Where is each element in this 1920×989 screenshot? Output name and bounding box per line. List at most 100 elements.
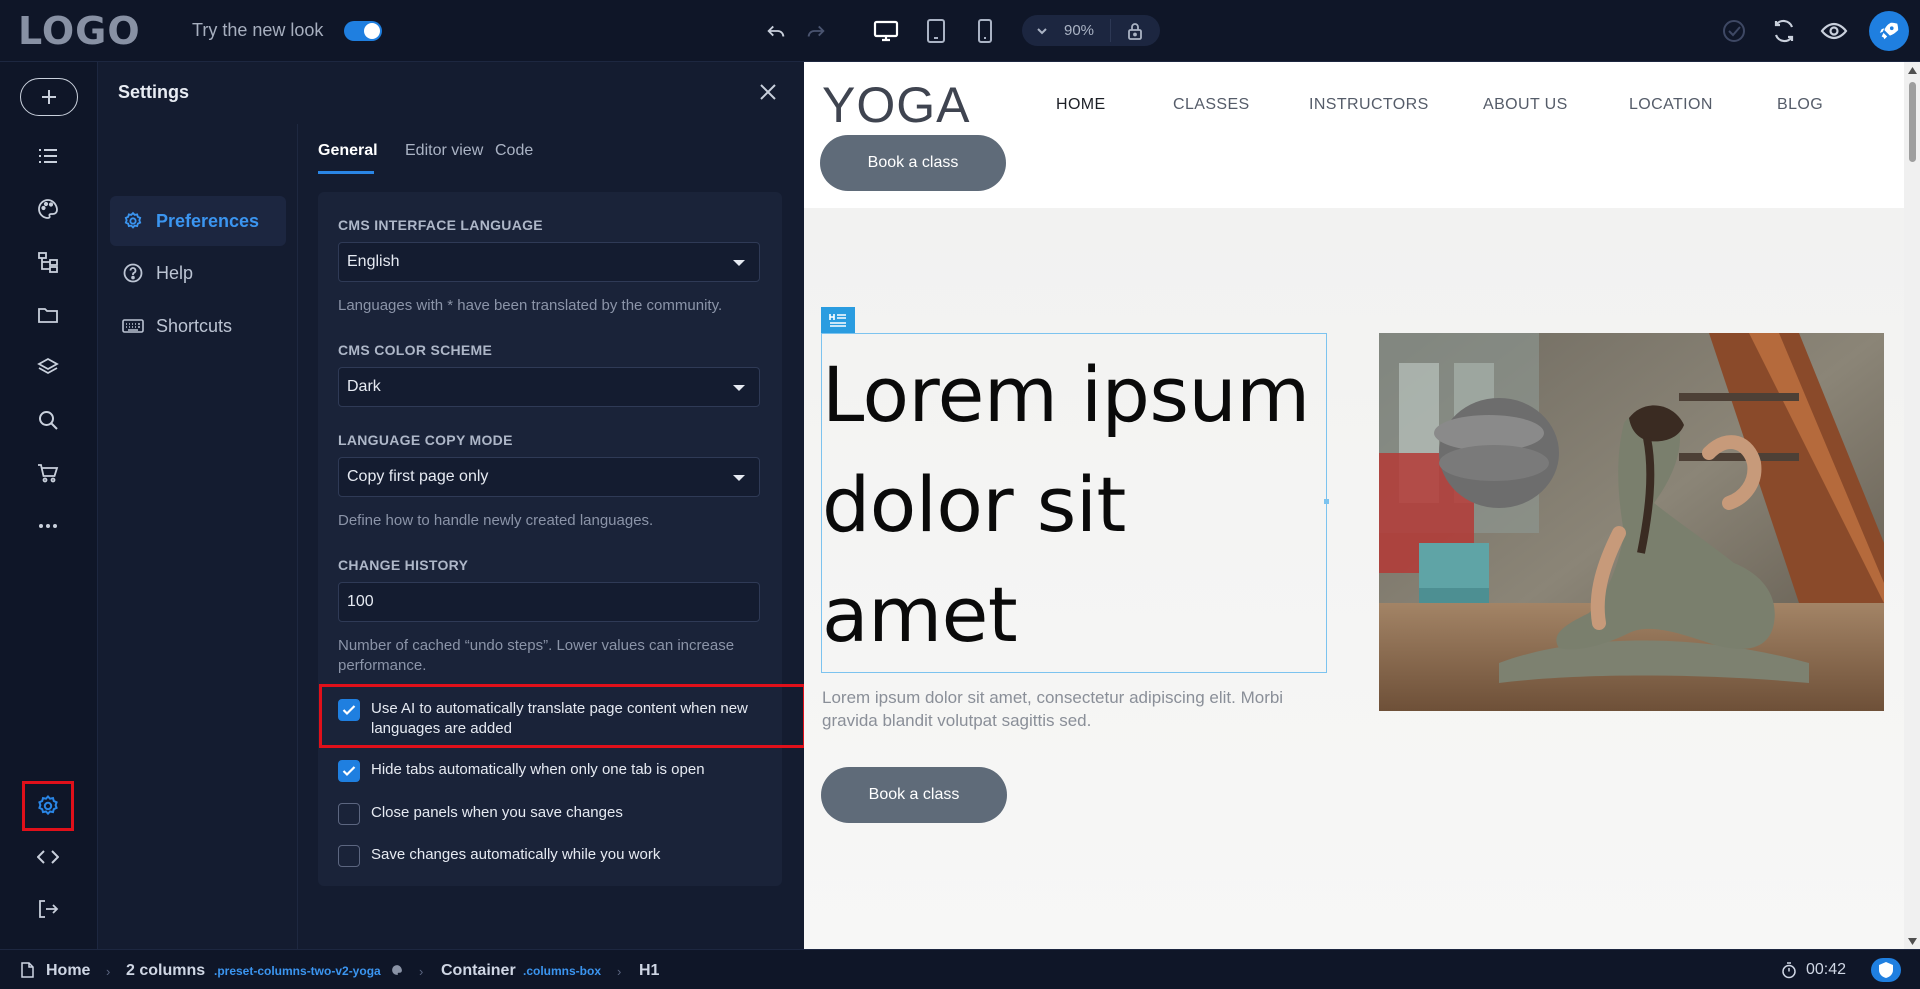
heading-element-icon[interactable]: [821, 307, 855, 333]
tablet-view-icon[interactable]: [922, 17, 950, 45]
nav-label: Help: [156, 262, 194, 283]
checkbox-label: Close panels when you save changes: [371, 804, 623, 821]
active-tab-underline: [318, 171, 374, 174]
scrollbar-thumb[interactable]: [1909, 82, 1916, 162]
gear-icon: [122, 210, 144, 232]
preview-nav-classes[interactable]: CLASSES: [1173, 96, 1250, 114]
preview-nav-instructors[interactable]: INSTRUCTORS: [1309, 96, 1429, 114]
desktop-view-icon[interactable]: [872, 17, 900, 45]
undo-icon[interactable]: [762, 17, 790, 45]
status-bar: Home › 2 columns .preset-columns-two-v2-…: [0, 949, 1920, 989]
mobile-view-icon[interactable]: [971, 17, 999, 45]
left-rail: [0, 62, 98, 977]
preview-nav-location[interactable]: LOCATION: [1629, 96, 1713, 114]
nav-help[interactable]: Help: [110, 248, 286, 298]
copy-mode-hint: Define how to handle newly created langu…: [338, 512, 654, 529]
caret-down-icon: [733, 475, 745, 481]
close-panels-checkbox[interactable]: [338, 803, 360, 825]
keyboard-icon: [122, 315, 144, 337]
cms-language-hint: Languages with * have been translated by…: [338, 297, 723, 314]
highlight-box: [319, 684, 806, 748]
shield-icon[interactable]: [1871, 958, 1901, 982]
checkbox-label: Hide tabs automatically when only one ta…: [371, 761, 705, 778]
breadcrumb-home[interactable]: Home: [46, 962, 90, 980]
redo-icon[interactable]: [802, 17, 830, 45]
preview-nav-blog[interactable]: BLOG: [1777, 96, 1823, 114]
lock-icon[interactable]: [1127, 22, 1143, 40]
zoom-divider: [1110, 19, 1111, 42]
checkbox-label: Save changes automatically while you wor…: [371, 846, 661, 863]
tab-code[interactable]: Code: [495, 142, 533, 160]
cms-language-label: CMS INTERFACE LANGUAGE: [338, 217, 543, 233]
new-look-toggle[interactable]: [344, 21, 382, 41]
nav-label: Shortcuts: [156, 315, 233, 336]
close-panels-checkbox-row[interactable]: Close panels when you save changes: [338, 803, 761, 825]
change-history-hint: Number of cached “undo steps”. Lower val…: [338, 637, 735, 674]
caret-down-icon: [733, 260, 745, 266]
refresh-icon[interactable]: [1770, 17, 1798, 45]
breadcrumb-h1[interactable]: H1: [639, 962, 659, 980]
add-element-button[interactable]: [20, 78, 78, 116]
nav-label: Preferences: [156, 210, 260, 231]
tab-editor-view[interactable]: Editor view: [405, 142, 483, 160]
autosave-checkbox-row[interactable]: Save changes automatically while you wor…: [338, 845, 761, 867]
hide-tabs-checkbox[interactable]: [338, 760, 360, 782]
select-value: Copy first page only: [347, 468, 489, 485]
page-preview: YOGA HOME CLASSES INSTRUCTORS ABOUT US L…: [804, 62, 1904, 949]
top-bar: LOGO Try the new look 90%: [0, 0, 1920, 62]
select-value: Dark: [347, 378, 381, 395]
check-circle-icon[interactable]: [1720, 17, 1748, 45]
cart-icon[interactable]: [33, 458, 63, 488]
copy-mode-select[interactable]: Copy first page only: [338, 457, 760, 497]
panel-title: Settings: [118, 82, 190, 102]
more-icon[interactable]: [33, 511, 63, 541]
new-look-label: Try the new look: [192, 20, 324, 40]
input-value: 100: [347, 593, 374, 610]
hero-heading[interactable]: Lorem ipsum dolor sit amet: [822, 340, 1322, 670]
nav-shortcuts[interactable]: Shortcuts: [110, 301, 286, 351]
caret-down-icon: [733, 385, 745, 391]
color-scheme-label: CMS COLOR SCHEME: [338, 342, 493, 358]
sitemap-icon[interactable]: [33, 247, 63, 277]
tab-general[interactable]: General: [318, 142, 378, 174]
preview-eye-icon[interactable]: [1820, 17, 1848, 45]
search-icon[interactable]: [33, 405, 63, 435]
hero-book-button[interactable]: Book a class: [821, 767, 1007, 823]
breadcrumb-separator: ›: [617, 964, 622, 979]
breadcrumb-columns[interactable]: 2 columns: [126, 962, 205, 980]
zoom-value: 90%: [1064, 22, 1095, 39]
settings-gear-icon[interactable]: [22, 781, 74, 831]
select-value: English: [347, 253, 400, 270]
autosave-checkbox[interactable]: [338, 845, 360, 867]
zoom-control[interactable]: 90%: [1022, 15, 1160, 46]
nav-preferences[interactable]: Preferences: [110, 196, 286, 246]
publish-rocket-icon[interactable]: [1869, 11, 1909, 51]
preview-nav-home[interactable]: HOME: [1056, 96, 1106, 114]
change-history-input[interactable]: 100: [338, 582, 760, 622]
preview-nav-about[interactable]: ABOUT US: [1483, 96, 1568, 114]
header-book-button[interactable]: Book a class: [820, 135, 1006, 191]
hide-tabs-checkbox-row[interactable]: Hide tabs automatically when only one ta…: [338, 760, 761, 782]
color-scheme-select[interactable]: Dark: [338, 367, 760, 407]
preview-scrollbar[interactable]: [1904, 62, 1920, 949]
yoga-logo[interactable]: YOGA: [822, 76, 970, 134]
logout-icon[interactable]: [33, 894, 63, 924]
yoga-photo[interactable]: [1379, 333, 1884, 711]
app-logo: LOGO: [18, 9, 141, 53]
settings-panel: Settings Preferences Help Shortcuts Gene…: [98, 62, 804, 949]
layers-icon[interactable]: [33, 352, 63, 382]
folder-icon[interactable]: [33, 300, 63, 330]
list-icon[interactable]: [33, 141, 63, 171]
code-icon[interactable]: [33, 842, 63, 872]
resize-handle[interactable]: [1324, 499, 1329, 504]
breadcrumb-separator: ›: [106, 964, 111, 979]
cms-language-select[interactable]: English: [338, 242, 760, 282]
breadcrumb-container[interactable]: Container: [441, 962, 516, 980]
hero-paragraph[interactable]: Lorem ipsum dolor sit amet, consectetur …: [822, 686, 1302, 732]
palette-icon[interactable]: [33, 194, 63, 224]
chevron-down-icon[interactable]: [1036, 25, 1048, 37]
timer-icon: [1781, 962, 1797, 979]
close-icon[interactable]: [756, 80, 780, 104]
toggle-knob: [364, 23, 380, 39]
breadcrumb-separator: ›: [419, 964, 424, 979]
